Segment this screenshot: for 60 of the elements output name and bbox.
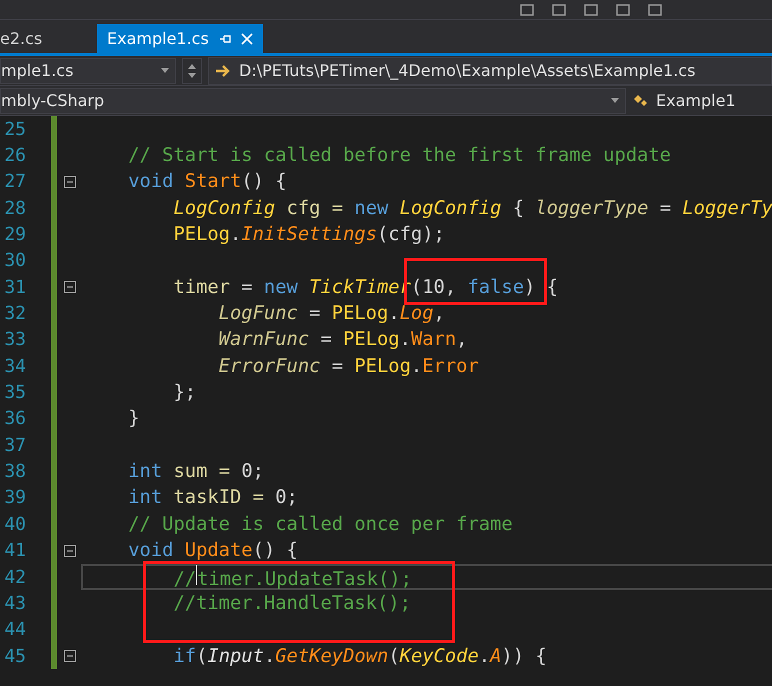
line-number: 27	[3, 171, 26, 192]
file-path-field[interactable]: D:\PETuts\PETimer\_4Demo\Example\Assets\Example1.cs	[208, 56, 772, 84]
code-comment: // Start is called before the first frame update	[127, 145, 671, 166]
code-line: WarnFunc = PELog.Warn,	[218, 329, 468, 350]
code-line: void Update() {	[127, 540, 298, 562]
line-number: 28	[3, 198, 26, 219]
code-line: LogFunc = PELog.Log,	[218, 303, 445, 324]
toolbar-icon[interactable]	[520, 4, 534, 16]
line-number: 26	[3, 145, 26, 166]
line-number: 39	[3, 487, 26, 508]
toolbar-icon[interactable]	[584, 4, 598, 16]
collapse-icon[interactable]	[64, 281, 76, 294]
collapse-icon[interactable]	[64, 544, 76, 557]
line-number: 33	[3, 329, 26, 350]
code-line: int sum = 0;	[127, 461, 264, 482]
file-tab[interactable]: Example1.cs	[97, 24, 263, 53]
caret-icon	[161, 68, 169, 73]
up-arrow-icon[interactable]	[188, 64, 196, 68]
code-line: }	[127, 408, 140, 430]
code-comment: // Update is called once per frame	[127, 514, 513, 535]
line-number: 36	[3, 408, 26, 430]
line-number: 42	[3, 566, 26, 588]
line-number: 41	[3, 540, 26, 562]
code-comment: //timer.HandleTask();	[172, 592, 411, 614]
collapse-icon[interactable]	[64, 176, 76, 188]
line-number: 32	[3, 303, 26, 324]
code-line: int taskID = 0;	[127, 487, 298, 508]
code-line: ErrorFunc = PELog.Error	[218, 356, 479, 377]
file-tab[interactable]: e2.cs	[0, 24, 95, 53]
class-dropdown[interactable]: Example1	[632, 88, 772, 114]
line-number: 45	[3, 646, 26, 667]
spin-button[interactable]	[182, 58, 202, 84]
caret-icon	[611, 98, 619, 103]
line-number: 30	[3, 250, 26, 272]
toolbar-icon[interactable]	[616, 4, 630, 16]
project-dropdown[interactable]: mbly-CSharp	[0, 88, 626, 114]
line-number: 37	[3, 434, 26, 456]
file-dropdown[interactable]: mple1.cs	[0, 58, 176, 84]
line-number: 25	[3, 118, 26, 140]
pin-icon[interactable]	[218, 34, 231, 44]
code-line: PELog.InitSettings(cfg);	[172, 224, 445, 246]
line-number: 38	[3, 461, 26, 482]
line-number: 35	[3, 382, 26, 404]
line-number: 40	[3, 514, 26, 535]
code-line: };	[172, 382, 196, 404]
toolbar-icon[interactable]	[648, 4, 662, 16]
line-number: 29	[3, 224, 26, 246]
arrow-icon	[215, 64, 231, 76]
line-number: 31	[3, 276, 26, 298]
code-line: if(Input.GetKeyDown(KeyCode.A)) {	[172, 646, 547, 667]
code-comment: //timer.UpdateTask();	[83, 564, 412, 590]
code-line: void Start() {	[127, 171, 287, 192]
collapse-icon[interactable]	[64, 650, 76, 662]
class-icon	[632, 92, 650, 108]
line-number: 43	[3, 592, 26, 614]
close-icon[interactable]	[240, 32, 253, 44]
line-number: 44	[3, 619, 26, 640]
toolbar-icon[interactable]	[552, 4, 566, 16]
line-number: 34	[3, 356, 26, 377]
down-arrow-icon[interactable]	[188, 72, 196, 78]
